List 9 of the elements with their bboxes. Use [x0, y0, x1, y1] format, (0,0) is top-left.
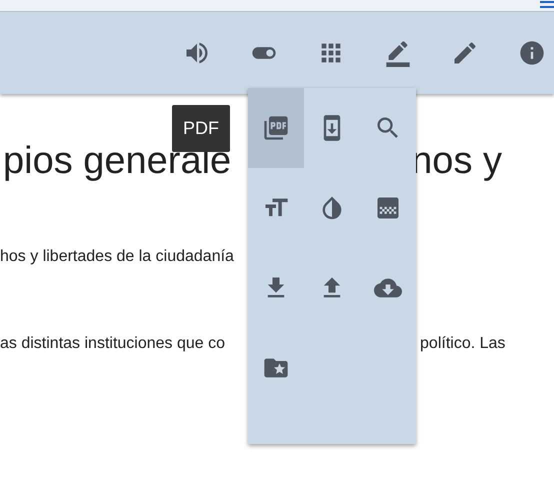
pdf-icon	[262, 114, 290, 142]
info-icon	[518, 39, 546, 67]
pencil-underline-icon	[384, 39, 412, 67]
menu-icon[interactable]	[540, 0, 554, 9]
paragraph-text: político. Las	[420, 334, 506, 354]
pdf-button[interactable]	[248, 88, 304, 168]
tooltip: PDF	[172, 105, 230, 152]
paragraph-text: as distintas instituciones que co	[0, 334, 226, 354]
paragraph-text: hos y libertades de la ciudadanía	[0, 247, 234, 267]
